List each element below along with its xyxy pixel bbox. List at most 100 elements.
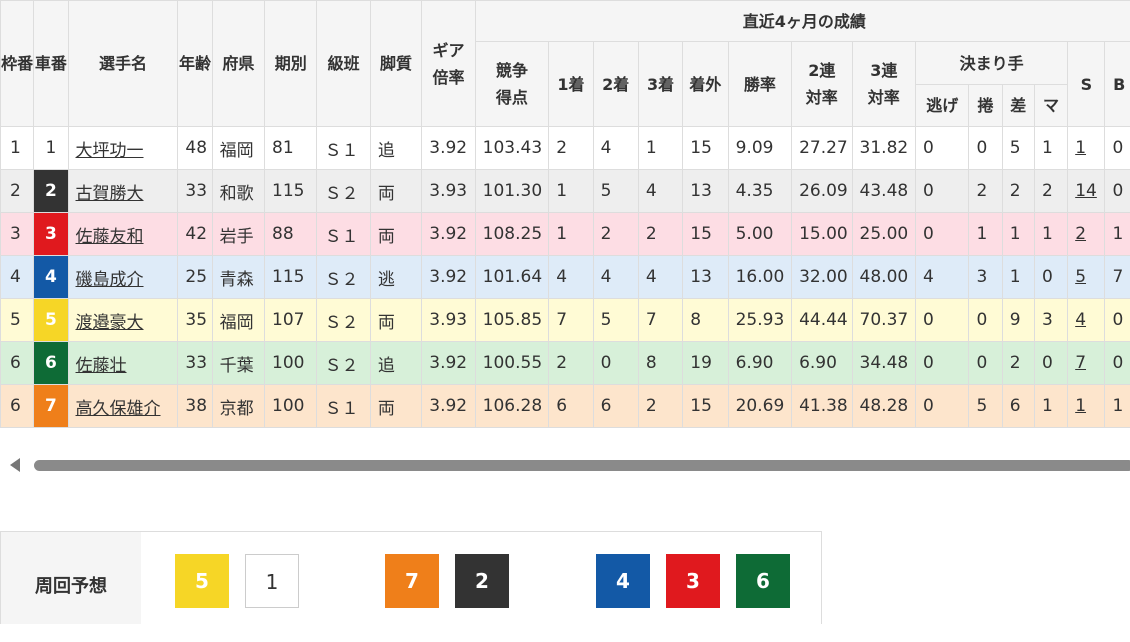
prefecture: 福岡 [212,299,264,342]
scrollbar-thumb[interactable] [34,460,1130,471]
score: 103.43 [475,127,549,170]
top2-rate: 6.90 [792,342,852,385]
forecast-car-badge: 3 [666,554,720,608]
sashi-count: 1 [1002,256,1034,299]
third-count: 2 [638,213,682,256]
class: Ｓ１ [317,213,370,256]
header-prefecture: 府県 [212,1,264,127]
b-count: 0 [1105,170,1130,213]
rider-name-link[interactable]: 高久保雄介 [76,399,161,419]
s-count-link[interactable]: 1 [1075,396,1086,416]
term: 107 [265,299,317,342]
nige-count: 0 [916,213,969,256]
win-rate: 6.90 [728,342,791,385]
table-row: 44磯島成介25青森115Ｓ２逃3.92101.644441316.0032.0… [1,256,1130,299]
style: 両 [370,299,421,342]
s-count: 5 [1068,256,1105,299]
score: 105.85 [475,299,549,342]
first-count: 4 [549,256,593,299]
s-count-link[interactable]: 14 [1075,181,1097,201]
first-count: 7 [549,299,593,342]
header-recent-results: 直近4ヶ月の成績 [475,1,1130,42]
car-number-badge: 2 [34,170,67,212]
scroll-left-arrow-icon[interactable] [10,458,20,472]
nige-count: 4 [916,256,969,299]
top3-rate: 25.00 [852,213,915,256]
makuri-count: 2 [969,170,1002,213]
prefecture: 岩手 [212,213,264,256]
s-count: 1 [1068,127,1105,170]
class: Ｓ１ [317,127,370,170]
s-count-link[interactable]: 5 [1075,267,1086,287]
rider-name-link[interactable]: 佐藤壮 [76,356,127,376]
s-count: 4 [1068,299,1105,342]
rider-name: 佐藤友和 [68,213,178,256]
age: 48 [178,127,212,170]
out-count: 8 [683,299,728,342]
header-waku: 枠番 [1,1,34,127]
score: 100.55 [475,342,549,385]
makuri-count: 0 [969,299,1002,342]
header-first: 1着 [549,42,593,127]
header-win-rate: 勝率 [728,42,791,127]
class: Ｓ２ [317,342,370,385]
score: 108.25 [475,213,549,256]
b-count: 0 [1105,342,1130,385]
mark-count: 3 [1034,299,1067,342]
top2-rate: 15.00 [792,213,852,256]
term: 88 [265,213,317,256]
mark-count: 1 [1034,127,1067,170]
rider-name: 渡邉豪大 [68,299,178,342]
header-top3-rate: 3連対率 [852,42,915,127]
gear-ratio: 3.92 [422,256,475,299]
s-count-link[interactable]: 1 [1075,138,1086,158]
second-count: 5 [593,299,638,342]
car-number-badge: 1 [34,127,67,169]
makuri-count: 1 [969,213,1002,256]
score: 106.28 [475,385,549,428]
first-count: 2 [549,342,593,385]
s-count-link[interactable]: 4 [1075,310,1086,330]
nige-count: 0 [916,127,969,170]
prefecture: 福岡 [212,127,264,170]
top2-rate: 44.44 [792,299,852,342]
header-kimarite: 決まり手 [916,42,1068,85]
style: 追 [370,127,421,170]
car-number-badge: 4 [34,256,67,298]
nige-count: 0 [916,385,969,428]
term: 81 [265,127,317,170]
win-rate: 5.00 [728,213,791,256]
car-number: 6 [34,342,68,385]
gear-ratio: 3.93 [422,170,475,213]
lap-forecast-label: 周回予想 [1,532,141,624]
out-count: 13 [683,170,728,213]
waku-cell: 2 [1,170,34,213]
out-count: 15 [683,385,728,428]
header-style: 脚質 [370,1,421,127]
horizontal-scrollbar[interactable] [0,452,1130,478]
rider-name-link[interactable]: 大坪功一 [76,141,144,161]
car-number: 2 [34,170,68,213]
waku-cell: 6 [1,342,34,385]
table-row: 55渡邉豪大35福岡107Ｓ２両3.93105.85757825.9344.44… [1,299,1130,342]
rider-name-link[interactable]: 佐藤友和 [76,227,144,247]
s-count: 1 [1068,385,1105,428]
car-number-badge: 3 [34,213,67,255]
score: 101.30 [475,170,549,213]
forecast-car-badge: 2 [455,554,509,608]
s-count-link[interactable]: 2 [1075,224,1086,244]
forecast-car-badge: 6 [736,554,790,608]
rider-name-link[interactable]: 古賀勝大 [76,184,144,204]
term: 100 [265,342,317,385]
rider-name-link[interactable]: 磯島成介 [76,270,144,290]
entry-table-scroll-area[interactable]: 枠番 車番 選手名 年齢 府県 期別 級班 脚質 ギア倍率 直近4ヶ月の成績 競… [0,0,1130,428]
rider-name-link[interactable]: 渡邉豪大 [76,313,144,333]
style: 両 [370,385,421,428]
age: 33 [178,170,212,213]
first-count: 2 [549,127,593,170]
third-count: 4 [638,256,682,299]
b-count: 0 [1105,299,1130,342]
s-count-link[interactable]: 7 [1075,353,1086,373]
car-number-badge: 6 [34,342,67,384]
sashi-count: 9 [1002,299,1034,342]
